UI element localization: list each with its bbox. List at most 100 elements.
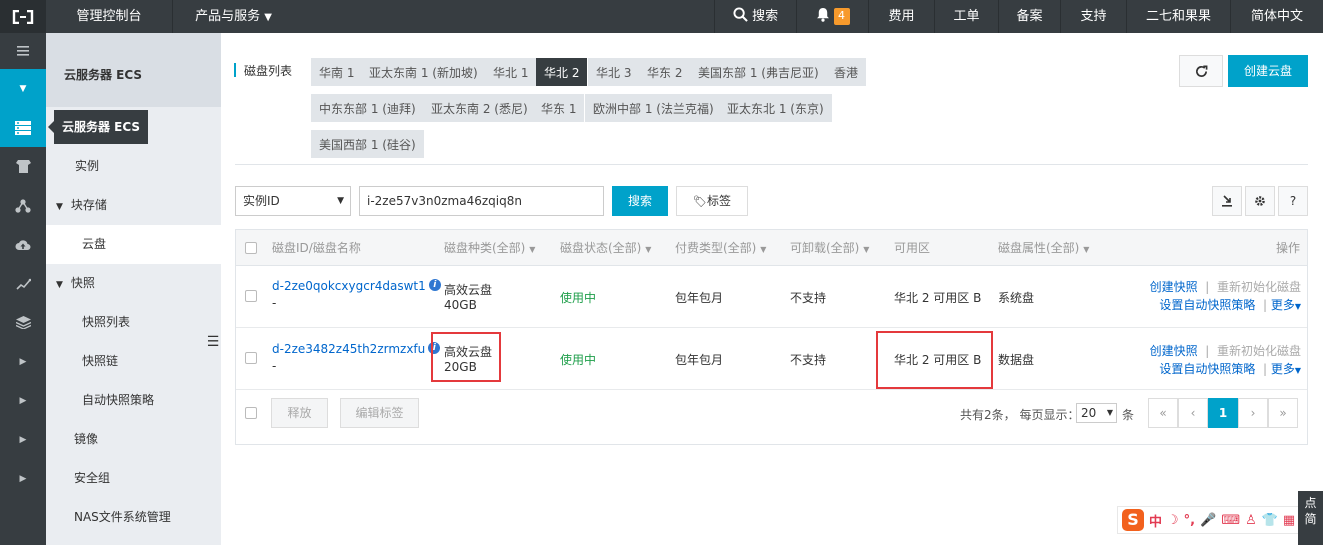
sidebar-item-instances[interactable]: 实例 <box>46 147 221 186</box>
skin-icon[interactable]: 👕 <box>1262 513 1278 528</box>
language-selector[interactable]: 简体中文 <box>1230 0 1323 33</box>
layers-icon[interactable] <box>0 303 46 342</box>
expand-arrow-icon[interactable]: ▶ <box>0 420 46 459</box>
more-actions-link[interactable]: 更多▼ <box>1271 298 1301 312</box>
trend-chart-icon[interactable] <box>0 264 46 303</box>
tickets-link[interactable]: 工单 <box>934 0 998 33</box>
tag-filter-label: 标签 <box>706 194 731 208</box>
prev-page-button[interactable]: ‹ <box>1178 398 1208 428</box>
export-button[interactable] <box>1212 186 1242 216</box>
col-disk-type-label: 磁盘种类(全部) <box>444 241 526 255</box>
page-1-button[interactable]: 1 <box>1208 398 1238 428</box>
user-icon[interactable]: ♙ <box>1245 513 1257 528</box>
expand-arrow-icon[interactable]: ▶ <box>0 381 46 420</box>
icp-filing-link[interactable]: 备案 <box>998 0 1060 33</box>
per-page-select[interactable]: 20 ▼ <box>1076 403 1117 423</box>
grid-menu-icon[interactable]: ▦ <box>1283 513 1295 528</box>
products-menu[interactable]: 产品与服务 ▼ <box>172 0 294 33</box>
footer-select-all-checkbox[interactable] <box>245 407 257 419</box>
more-actions-link[interactable]: 更多▼ <box>1271 362 1301 376</box>
support-link[interactable]: 支持 <box>1060 0 1126 33</box>
region-tab[interactable]: 华北 1 <box>485 58 537 86</box>
refresh-button[interactable] <box>1179 55 1223 87</box>
row-checkbox[interactable] <box>245 352 257 364</box>
create-disk-button[interactable]: 创建云盘 <box>1228 55 1308 87</box>
last-page-button[interactable]: » <box>1268 398 1298 428</box>
edit-tags-button[interactable]: 编辑标签 <box>340 398 419 428</box>
sidebar-item-snapshot-list[interactable]: 快照列表 <box>46 303 221 342</box>
sidebar-item-label: NAS文件系统管理 <box>74 510 171 524</box>
user-account-menu[interactable]: 二七和果果 <box>1126 0 1230 33</box>
region-tab[interactable]: 亚太东南 2 (悉尼) <box>423 94 536 122</box>
filter-type-select[interactable]: 实例ID ▼ <box>235 186 351 216</box>
col-disk-type[interactable]: 磁盘种类(全部) ▼ <box>444 230 535 266</box>
menu-toggle-icon[interactable] <box>0 33 46 69</box>
region-tab[interactable]: 美国东部 1 (弗吉尼亚) <box>690 58 827 86</box>
aliyun-logo-icon[interactable] <box>0 0 46 33</box>
region-tab[interactable]: 美国西部 1 (硅谷) <box>311 130 424 158</box>
search-submit-button[interactable]: 搜索 <box>612 186 668 216</box>
disk-id-link[interactable]: d-2ze3482z45th2zrmzxfu <box>272 342 425 356</box>
region-tab[interactable]: 中东东部 1 (迪拜) <box>311 94 424 122</box>
billing-type: 包年包月 <box>675 353 724 367</box>
sidebar-item-block-storage[interactable]: ▼ 块存储 <box>46 186 221 225</box>
reinit-disk-link[interactable]: 重新初始化磁盘 <box>1217 344 1301 358</box>
ime-toolbar[interactable]: S 中 ☽ °, 🎤 ⌨ ♙ 👕 ▦ <box>1117 506 1313 534</box>
search-button[interactable]: 搜索 <box>714 0 796 33</box>
disk-id-link[interactable]: d-2ze0qokcxygcr4daswt1 <box>272 279 426 293</box>
fees-link[interactable]: 费用 <box>868 0 934 33</box>
sidebar-item-images[interactable]: 镜像 <box>46 420 221 459</box>
create-snapshot-link[interactable]: 创建快照 <box>1150 344 1198 358</box>
keyboard-icon[interactable]: ⌨ <box>1221 513 1240 528</box>
col-billing[interactable]: 付费类型(全部) ▼ <box>675 230 766 266</box>
region-tab[interactable]: 亚太东北 1 (东京) <box>719 94 832 122</box>
col-disk-status[interactable]: 磁盘状态(全部) ▼ <box>560 230 651 266</box>
sidebar-item-snapshots[interactable]: ▼ 快照 <box>46 264 221 303</box>
notifications-button[interactable]: 4 <box>796 0 868 33</box>
server-ecs-icon[interactable] <box>0 108 46 147</box>
settings-button[interactable] <box>1245 186 1275 216</box>
release-button[interactable]: 释放 <box>271 398 328 428</box>
console-home-link[interactable]: 管理控制台 <box>46 0 172 33</box>
collapse-sidebar-handle[interactable]: ☰ <box>205 322 221 362</box>
region-tab[interactable]: 华南 1 <box>311 58 363 86</box>
sidebar-item-cloud-disks[interactable]: 云盘 <box>46 225 221 264</box>
region-tab[interactable]: 华北 3 <box>588 58 640 86</box>
col-detachable[interactable]: 可卸载(全部) ▼ <box>790 230 869 266</box>
region-tab[interactable]: 华东 1 <box>533 94 585 122</box>
select-all-checkbox[interactable] <box>245 242 257 254</box>
sidebar-item-nas[interactable]: NAS文件系统管理 <box>46 498 221 537</box>
region-tab[interactable]: 香港 <box>826 58 867 86</box>
search-input[interactable]: i-2ze57v3n0zma46zqiq8n <box>359 186 604 216</box>
tag-filter-button[interactable]: 🏷标签 <box>676 186 748 216</box>
help-button[interactable]: ? <box>1278 186 1308 216</box>
row-checkbox[interactable] <box>245 290 257 302</box>
expand-arrow-icon[interactable]: ▶ <box>0 459 46 498</box>
sidebar-tooltip: 云服务器 ECS <box>47 110 149 144</box>
region-tab[interactable]: 欧洲中部 1 (法兰克福) <box>585 94 722 122</box>
sidebar-item-auto-snapshot-policy[interactable]: 自动快照策略 <box>46 381 221 420</box>
network-nodes-icon[interactable] <box>0 186 46 225</box>
microphone-icon[interactable]: 🎤 <box>1200 513 1216 528</box>
col-actions: 操作 <box>1276 241 1301 255</box>
next-page-button[interactable]: › <box>1238 398 1268 428</box>
cloud-upload-icon[interactable] <box>0 225 46 264</box>
reinit-disk-link[interactable]: 重新初始化磁盘 <box>1217 280 1301 294</box>
first-page-button[interactable]: « <box>1148 398 1178 428</box>
region-tab[interactable]: 亚太东南 1 (新加坡) <box>361 58 486 86</box>
create-snapshot-link[interactable]: 创建快照 <box>1150 280 1198 294</box>
collapse-arrow-icon[interactable]: ▼ <box>0 69 46 108</box>
auto-snapshot-policy-link[interactable]: 设置自动快照策略 <box>1159 298 1255 312</box>
sidebar-item-snapshot-chain[interactable]: 快照链 <box>46 342 221 381</box>
region-tab[interactable]: 华东 2 <box>639 58 691 86</box>
auto-snapshot-policy-link[interactable]: 设置自动快照策略 <box>1159 362 1255 376</box>
info-icon[interactable]: i <box>428 279 441 291</box>
shield-icon[interactable] <box>0 147 46 186</box>
side-float-panel[interactable]: 点简 <box>1298 491 1323 545</box>
punctuation-icon[interactable]: °, <box>1184 513 1195 528</box>
sidebar-item-security-groups[interactable]: 安全组 <box>46 459 221 498</box>
col-attribute[interactable]: 磁盘属性(全部) ▼ <box>998 230 1089 266</box>
expand-arrow-icon[interactable]: ▶ <box>0 342 46 381</box>
region-tab-selected[interactable]: 华北 2 <box>536 58 588 86</box>
moon-icon[interactable]: ☽ <box>1167 513 1179 528</box>
